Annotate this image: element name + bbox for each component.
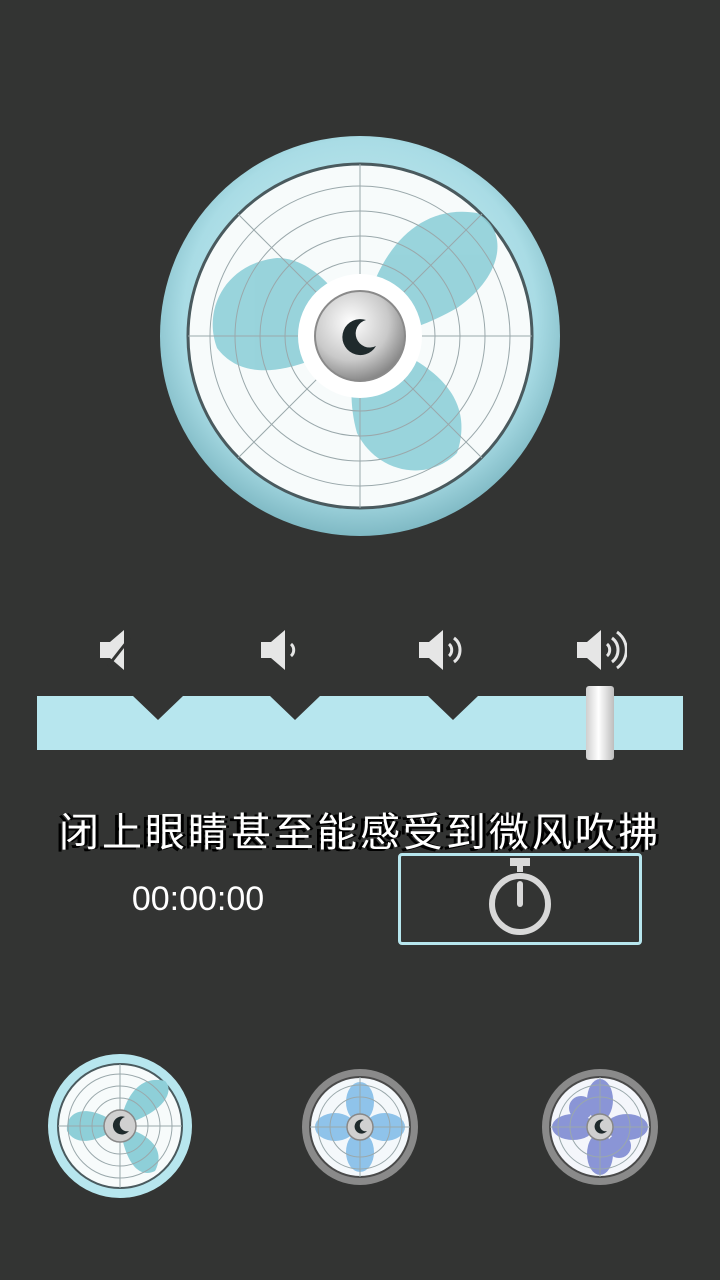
volume-high-icon[interactable] xyxy=(571,622,628,678)
tagline-text: 闭上眼睛甚至能感受到微风吹拂 xyxy=(59,810,661,856)
level-notch xyxy=(428,696,478,720)
timer-button[interactable] xyxy=(398,853,642,945)
fan-style-purple-button[interactable] xyxy=(541,1068,659,1186)
volume-medium-icon[interactable] xyxy=(413,622,469,678)
level-notch xyxy=(270,696,320,720)
volume-mute-icon[interactable] xyxy=(94,622,150,678)
speed-slider-thumb[interactable] xyxy=(586,686,614,760)
fan-style-blue-button[interactable] xyxy=(301,1068,419,1186)
timer-display: 00:00:00 xyxy=(131,880,265,918)
volume-low-icon[interactable] xyxy=(255,622,311,678)
fan-style-teal-button[interactable] xyxy=(47,1053,193,1199)
level-notch xyxy=(133,696,183,720)
main-fan[interactable] xyxy=(157,133,563,539)
stopwatch-icon xyxy=(482,856,558,942)
moon-icon xyxy=(336,312,384,360)
